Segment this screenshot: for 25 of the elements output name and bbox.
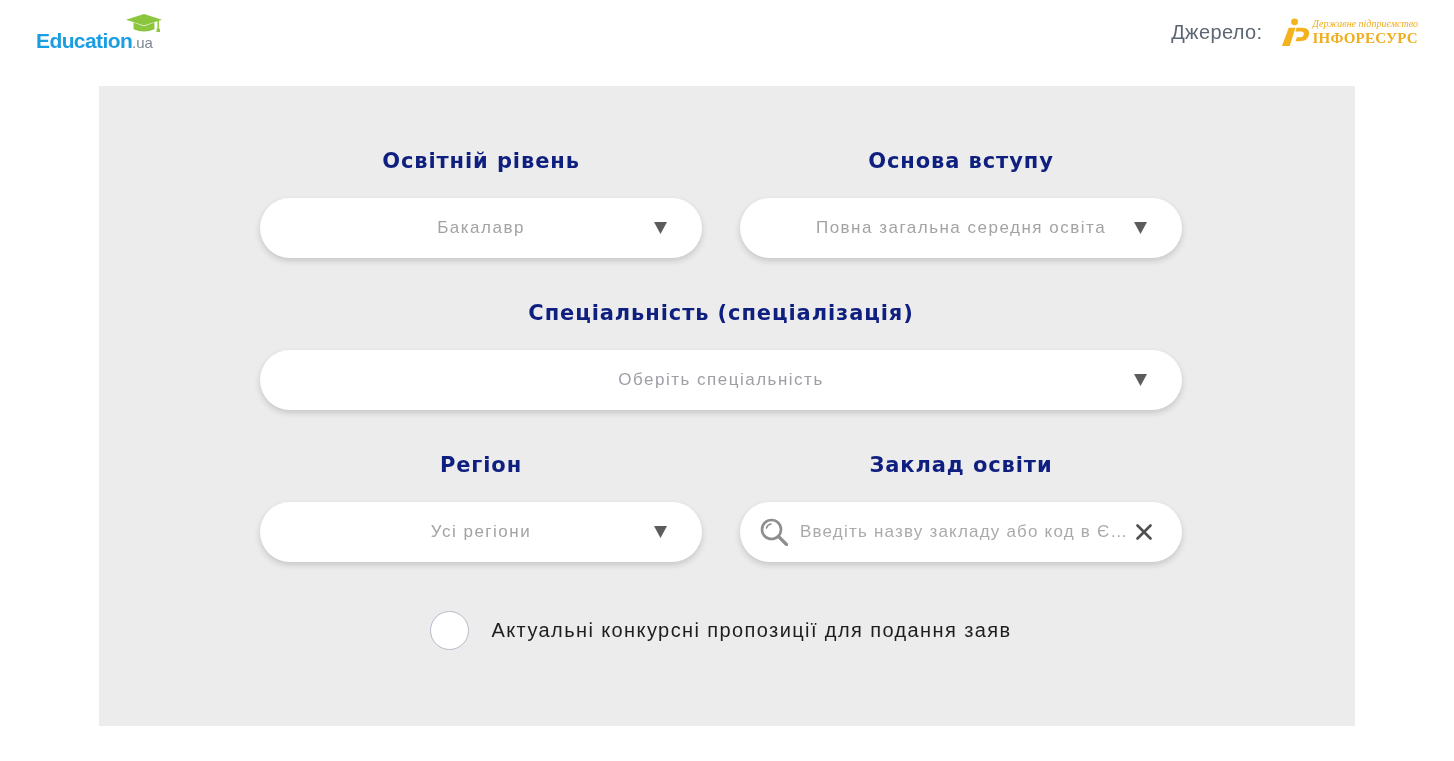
field-label: Основа вступу [867,148,1055,174]
graduation-cap-icon [124,14,163,33]
caret-icon [654,526,667,538]
field-label: Регіон [438,452,524,478]
dropdown[interactable]: Оберіть спеціальність [260,350,1182,410]
checkbox[interactable] [430,611,470,650]
caret-icon [1134,222,1147,234]
clear-button[interactable] [1136,524,1152,540]
close-icon [1136,524,1152,540]
caret-icon [654,222,667,234]
field-label: Освітній рівень [381,148,581,174]
field-label: Заклад освіти [868,452,1054,478]
caret-icon [1134,374,1147,386]
search-field[interactable]: Введіть назву закладу або код в Є… [740,502,1182,562]
dropdown[interactable]: Повна загальна середня освіта [740,198,1182,258]
logo-text[interactable]: Education.ua [36,30,153,54]
dropdown[interactable]: Усі регіони [260,502,702,562]
dropdown[interactable]: Бакалавр [260,198,702,258]
publisher-tagline: Державне підприємство [1312,18,1418,29]
source-label: Джерело: [1171,20,1263,44]
search-icon [760,518,788,546]
checkbox-label: Актуальні конкурсні пропозиції для подання заяв [491,619,1012,642]
field-label: Спеціальність (спеціалізація) [527,300,915,326]
logo-mark-icon [1280,17,1310,47]
publisher-name: ІНФОРЕСУРС [1312,30,1418,46]
